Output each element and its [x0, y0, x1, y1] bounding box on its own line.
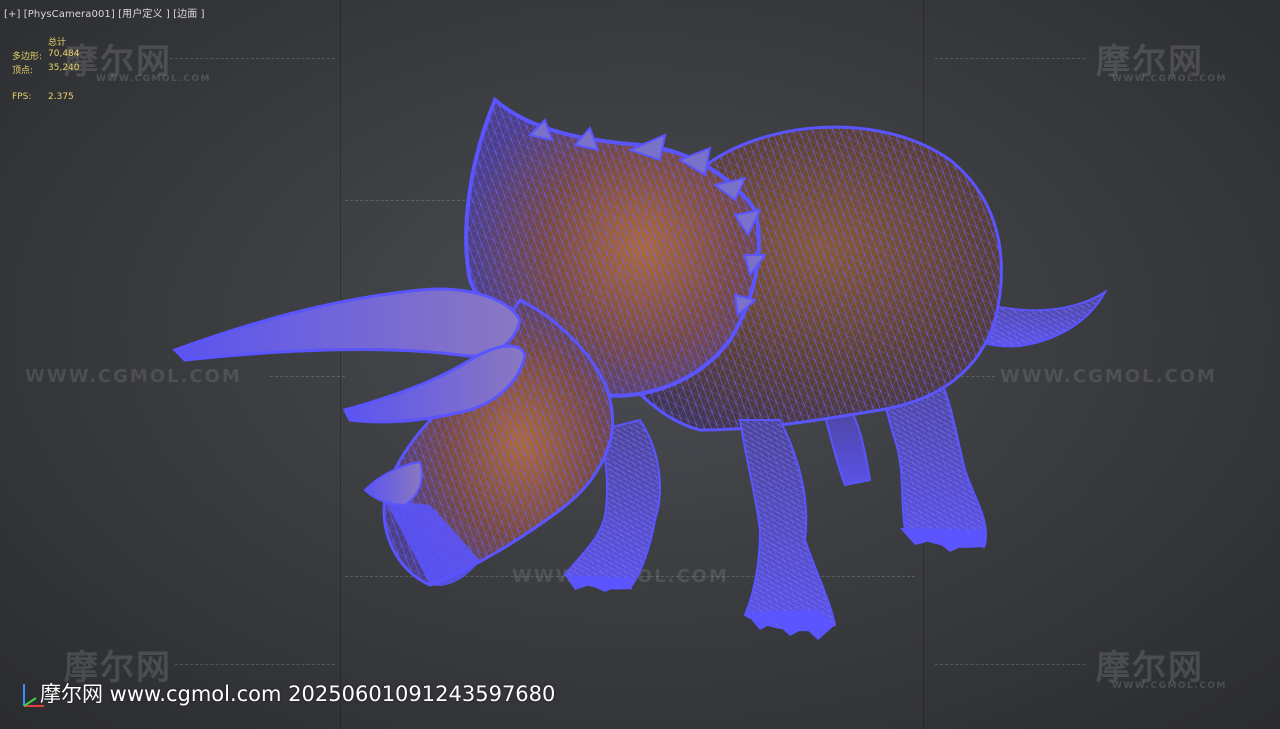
fps-value: 2.375: [48, 92, 74, 102]
polygons-value: 70,484: [48, 49, 80, 59]
triceratops-wireframe-model[interactable]: [0, 0, 1280, 729]
fps-label: FPS:: [12, 92, 32, 102]
model-brow-horns: [172, 287, 527, 424]
fps-readout: FPS: 2.375: [12, 92, 74, 102]
vertices-label: 顶点:: [12, 66, 34, 76]
viewport-3d[interactable]: 摩尔网 WWW.CGMOL.COM 摩尔网 WWW.CGMOL.COM 摩尔网 …: [0, 0, 1280, 729]
stats-header: 总计: [48, 38, 67, 48]
model-front-leg: [738, 419, 837, 632]
polygons-label: 多边形:: [12, 52, 43, 62]
viewport-label[interactable]: [+] [PhysCamera001] [用户定义 ] [边面 ]: [4, 5, 205, 20]
vertices-value: 35,240: [48, 63, 80, 73]
footer-caption: 摩尔网 www.cgmol.com 20250601091243597680: [40, 682, 556, 706]
